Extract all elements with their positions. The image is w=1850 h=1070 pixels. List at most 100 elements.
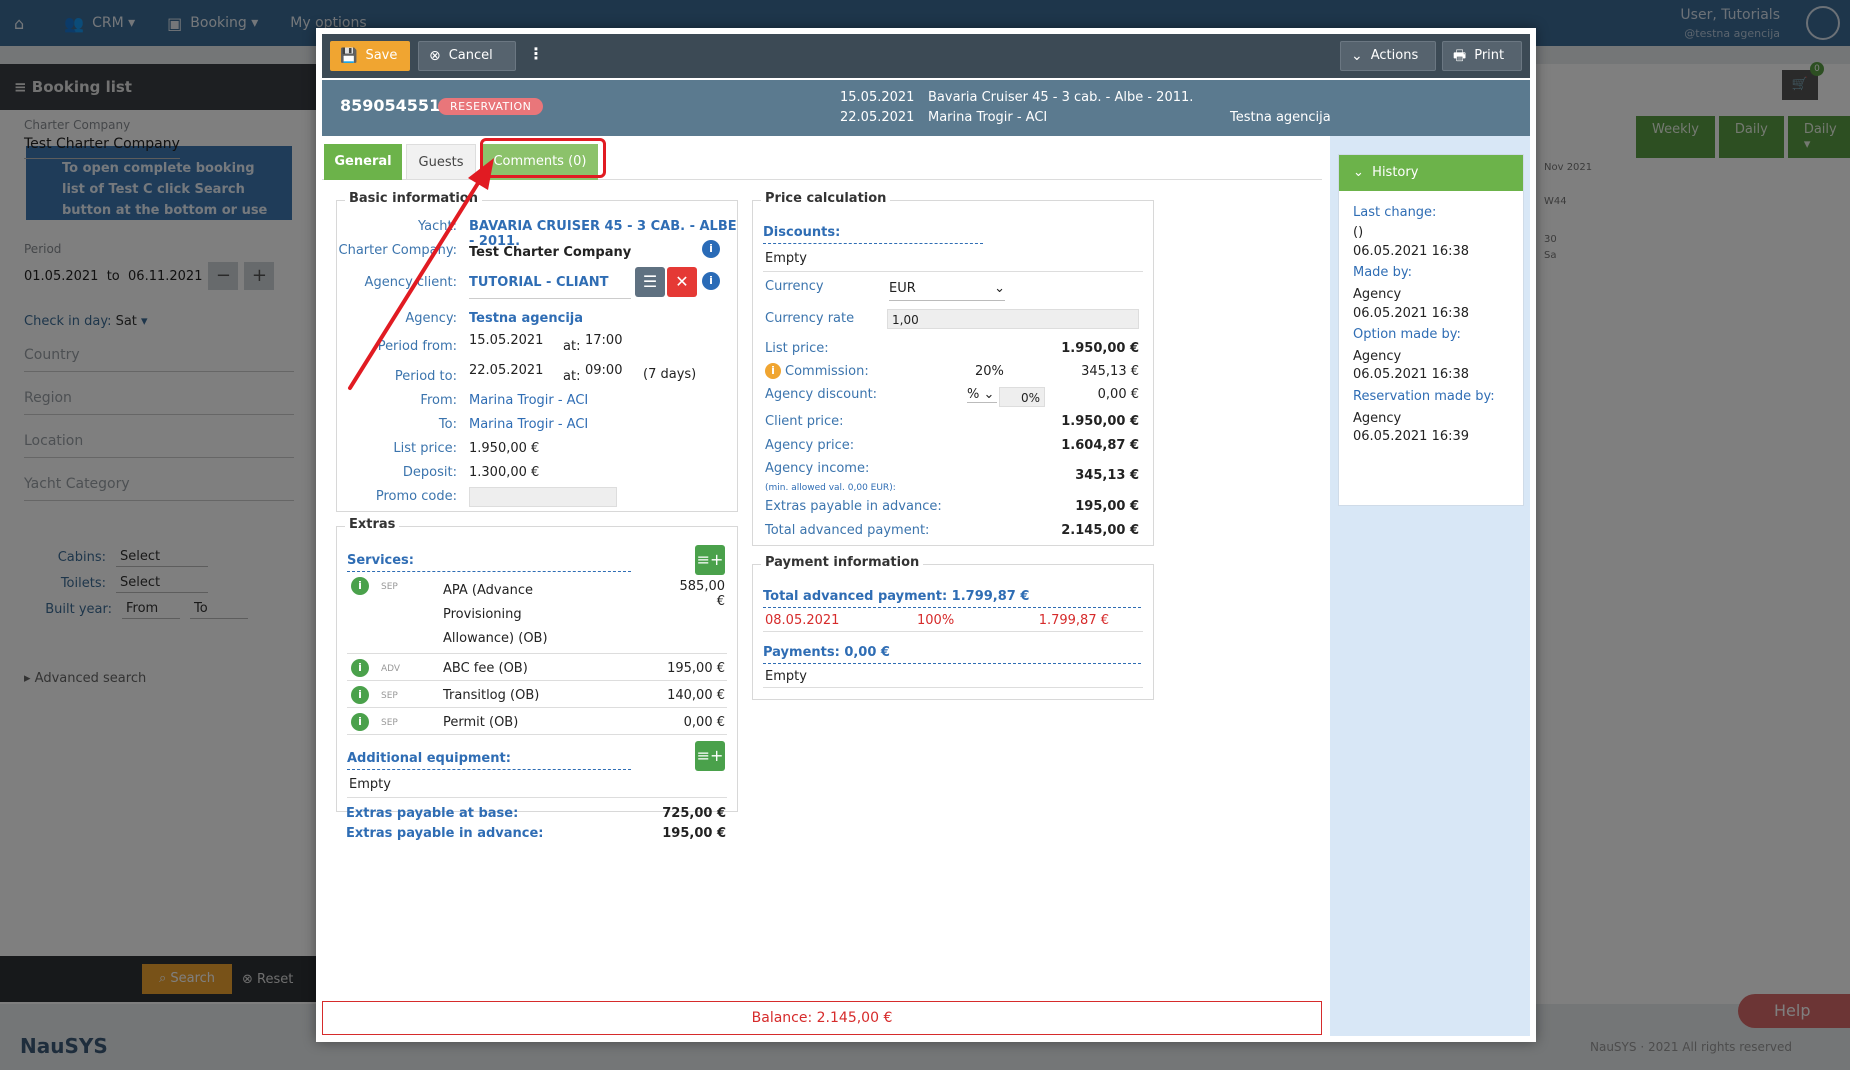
pc-extras-value: 195,00 € — [1075, 499, 1139, 514]
agency-income-note: (min. allowed val. 0,00 EUR): — [765, 483, 896, 493]
agency-client-link[interactable]: TUTORIAL - CLIANT — [469, 275, 631, 299]
payment-total-label: Total advanced payment: 1.799,87 € — [763, 589, 1141, 608]
booking-number: 859054551 — [340, 96, 441, 115]
option-made-by-label: Option made by: — [1353, 327, 1461, 342]
service-tag: SEP — [381, 691, 398, 701]
floppy-icon: 💾 — [340, 48, 358, 64]
discounts-empty: Empty — [765, 251, 807, 266]
info-icon[interactable]: i — [702, 240, 720, 258]
commission-label: Commission: — [785, 364, 869, 379]
payments-empty: Empty — [765, 669, 807, 684]
client-remove-button[interactable]: ✕ — [667, 267, 697, 297]
modal-tabs: General Guests Comments (0) — [322, 136, 1322, 180]
deposit-label: Deposit: — [402, 465, 457, 480]
service-name: Transitlog (OB) — [443, 688, 540, 703]
extras-title: Extras — [345, 517, 400, 532]
row-divider — [347, 734, 727, 735]
made-by-date: 06.05.2021 16:38 — [1353, 306, 1470, 321]
more-options-icon[interactable]: ⋮ — [528, 44, 544, 63]
commission-value: 345,13 € — [1081, 364, 1139, 379]
add-service-button[interactable]: ≡+ — [695, 545, 725, 575]
agency-discount-input[interactable]: 0% — [999, 387, 1045, 407]
period-from-label: Period from: — [377, 339, 457, 354]
service-name: Permit (OB) — [443, 715, 519, 730]
service-tag: SEP — [381, 718, 398, 728]
last-change-date: 06.05.2021 16:38 — [1353, 244, 1470, 259]
agency-income-value: 345,13 € — [1075, 468, 1139, 483]
currency-select[interactable]: EUR ⌄ — [889, 281, 1005, 301]
row-divider — [347, 797, 727, 798]
list-price-label: List price: — [393, 441, 457, 456]
service-info-icon[interactable]: i — [351, 577, 369, 595]
row-divider — [347, 680, 727, 681]
currency-rate-input[interactable]: 1,00 — [887, 309, 1139, 329]
header-yacht: Bavaria Cruiser 45 - 3 cab. - Albe - 201… — [928, 90, 1194, 105]
add-equipment-button[interactable]: ≡+ — [695, 741, 725, 771]
close-circle-icon: ⊗ — [429, 48, 441, 64]
price-calc-panel: Price calculation Discounts: Empty Curre… — [752, 191, 1154, 546]
tab-guests[interactable]: Guests — [406, 144, 476, 180]
save-button[interactable]: 💾 Save — [330, 41, 410, 71]
service-info-icon[interactable]: i — [351, 686, 369, 704]
pc-list-price-value: 1.950,00 € — [1061, 341, 1139, 356]
option-made-by-date: 06.05.2021 16:38 — [1353, 367, 1470, 382]
extras-advance-value: 195,00 € — [662, 826, 726, 841]
service-price: 140,00 € — [667, 688, 725, 703]
tab-general[interactable]: General — [324, 144, 402, 180]
service-name: APA (Advance Provisioning Allowance) (OB… — [443, 583, 548, 646]
at-label: at: — [563, 369, 581, 384]
row-divider — [763, 271, 1143, 272]
commission-pct: 20% — [975, 364, 1004, 379]
agency-link[interactable]: Testna agencija — [469, 311, 583, 326]
service-tag: SEP — [381, 582, 398, 592]
balance-bar: Balance: 2.145,00 € — [322, 1001, 1322, 1035]
made-by-label: Made by: — [1353, 265, 1412, 280]
extras-panel: Extras Services: ≡+ i SEP APA (Advance P… — [336, 517, 738, 812]
from-label: From: — [420, 393, 457, 408]
period-from-date[interactable]: 15.05.2021 — [469, 333, 543, 348]
reservation-made-by-who: Agency — [1353, 411, 1402, 426]
pc-total-value: 2.145,00 € — [1061, 523, 1139, 538]
period-from-time[interactable]: 17:00 — [585, 333, 622, 348]
header-date-from: 15.05.2021 — [840, 90, 915, 105]
reservation-made-by-date: 06.05.2021 16:39 — [1353, 429, 1470, 444]
service-info-icon[interactable]: i — [351, 659, 369, 677]
actions-button[interactable]: ⌄ Actions — [1340, 41, 1436, 71]
chevron-down-icon: ⌄ — [1351, 48, 1363, 64]
payment-info-title: Payment information — [761, 555, 924, 570]
status-badge: RESERVATION — [438, 98, 544, 115]
client-list-button[interactable]: ☰ — [635, 267, 665, 297]
period-to-time[interactable]: 09:00 — [585, 363, 622, 378]
agency-income-label: Agency income: — [765, 461, 870, 476]
commission-info-icon[interactable]: i — [765, 363, 781, 379]
info-icon[interactable]: i — [702, 272, 720, 290]
to-label: To: — [438, 417, 457, 432]
services-label: Services: — [347, 553, 631, 572]
client-price-value: 1.950,00 € — [1061, 414, 1139, 429]
from-link[interactable]: Marina Trogir - ACI — [469, 393, 588, 408]
to-link[interactable]: Marina Trogir - ACI — [469, 417, 588, 432]
booking-header: 859054551 RESERVATION 15.05.2021 22.05.2… — [322, 80, 1530, 136]
yacht-label: Yacht: — [418, 219, 457, 234]
header-agency: Testna agencija — [1230, 110, 1331, 125]
agency-label: Agency: — [405, 311, 457, 326]
history-header[interactable]: ⌄ History — [1339, 155, 1523, 191]
service-tag: ADV — [381, 664, 401, 674]
period-to-date[interactable]: 22.05.2021 — [469, 363, 543, 378]
service-price: 585,00 € — [679, 579, 726, 609]
print-button[interactable]: 🖶 Print — [1442, 41, 1522, 71]
period-to-label: Period to: — [394, 369, 457, 384]
cancel-button[interactable]: ⊗ Cancel — [418, 41, 516, 71]
promo-code-label: Promo code: — [375, 489, 457, 504]
promo-code-input[interactable] — [469, 487, 617, 507]
agency-client-label: Agency client: — [364, 275, 457, 290]
service-info-icon[interactable]: i — [351, 713, 369, 731]
agency-discount-unit[interactable]: % ⌄ — [967, 387, 997, 403]
discounts-label: Discounts: — [763, 225, 983, 244]
currency-rate-label: Currency rate — [765, 311, 855, 326]
header-marina: Marina Trogir - ACI — [928, 110, 1048, 125]
payment-info-panel: Payment information Total advanced payme… — [752, 555, 1154, 700]
pc-extras-label: Extras payable in advance: — [765, 499, 942, 514]
booking-modal: 💾 Save ⊗ Cancel ⋮ ⌄ Actions 🖶 Print 85905455… — [316, 28, 1536, 1042]
row-divider — [347, 707, 727, 708]
